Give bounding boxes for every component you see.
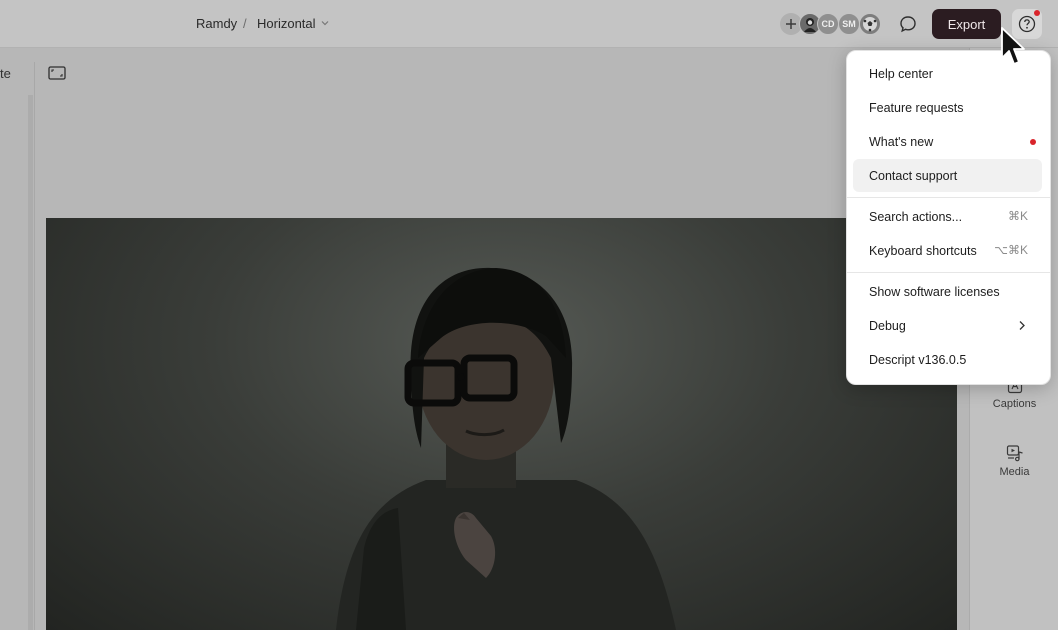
menu-item-whats-new[interactable]: What's new: [853, 125, 1042, 158]
video-canvas[interactable]: [46, 218, 957, 630]
ball-avatar-icon: [863, 17, 877, 32]
menu-item-feature-requests[interactable]: Feature requests: [853, 91, 1042, 124]
avatar-sm[interactable]: SM: [838, 13, 860, 35]
menu-item-label: Help center: [869, 66, 933, 81]
menu-item-keyboard-shortcuts[interactable]: Keyboard shortcuts ⌥⌘K: [853, 234, 1042, 267]
top-bar: Ramdy / Horizontal CD SM Export: [0, 0, 1058, 48]
chevron-right-icon: [1019, 321, 1025, 330]
breadcrumb-project[interactable]: Ramdy: [196, 16, 237, 31]
menu-item-label: Search actions...: [869, 209, 963, 224]
menu-item-label: Descript v136.0.5: [869, 352, 967, 367]
illustrated-avatar-icon: [804, 18, 816, 32]
shortcut-hint: ⌘K: [1007, 209, 1028, 223]
help-menu: Help center Feature requests What's new …: [846, 50, 1051, 385]
media-label: Media: [999, 466, 1030, 478]
menu-item-search-actions[interactable]: Search actions... ⌘K: [853, 200, 1042, 233]
menu-item-debug[interactable]: Debug: [853, 309, 1042, 342]
menu-item-label: Show software licenses: [869, 284, 1000, 299]
menu-item-version: Descript v136.0.5: [853, 343, 1042, 376]
aspect-ratio-icon[interactable]: [48, 66, 66, 80]
export-button[interactable]: Export: [932, 9, 1001, 39]
menu-divider: [847, 197, 1050, 198]
menu-item-software-licenses[interactable]: Show software licenses: [853, 275, 1042, 308]
chevron-down-icon[interactable]: [320, 18, 330, 28]
new-indicator-dot: [1030, 139, 1036, 145]
captions-label: Captions: [992, 398, 1037, 410]
avatar-cd[interactable]: CD: [817, 13, 839, 35]
menu-item-contact-support[interactable]: Contact support: [853, 159, 1042, 192]
notification-dot: [1034, 10, 1040, 16]
portrait-image: [336, 267, 676, 630]
media-icon: [1006, 445, 1023, 462]
mouse-cursor-icon: [1001, 27, 1025, 65]
shortcut-hint: ⌥⌘K: [994, 243, 1028, 257]
comment-icon[interactable]: [897, 13, 919, 35]
avatar-ball[interactable]: [859, 13, 881, 35]
left-panel-divider: [34, 62, 35, 630]
plus-icon: [786, 19, 796, 29]
menu-item-label: Debug: [869, 318, 906, 333]
media-button[interactable]: Media: [970, 444, 1058, 478]
breadcrumb-composition[interactable]: Horizontal: [257, 16, 316, 31]
menu-item-label: Contact support: [869, 168, 958, 183]
left-panel-truncated-label: te: [0, 66, 11, 81]
menu-item-label: Feature requests: [869, 100, 964, 115]
menu-item-label: Keyboard shortcuts: [869, 243, 977, 258]
breadcrumb-separator: /: [243, 16, 247, 31]
left-panel-scrollbar[interactable]: [28, 95, 33, 630]
menu-divider: [847, 272, 1050, 273]
menu-item-label: What's new: [869, 134, 934, 149]
